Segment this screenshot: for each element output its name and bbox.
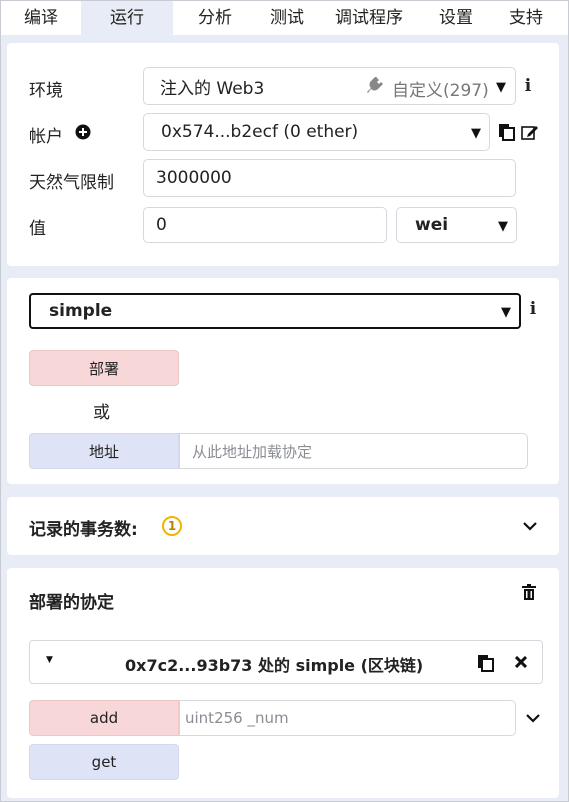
address-input[interactable]: 从此地址加载协定: [179, 433, 528, 469]
get-function-button[interactable]: get: [29, 744, 179, 780]
copy-icon[interactable]: [477, 654, 494, 672]
transactions-title: 记录的事务数:: [29, 520, 138, 540]
deploy-panel: simple ▼ i 部署 或 地址 从此地址加载协定: [7, 278, 559, 484]
chevron-down-icon: ▼: [496, 80, 506, 95]
gas-limit-label: 天然气限制: [29, 173, 114, 193]
chevron-down-icon[interactable]: [524, 709, 542, 727]
add-param-input[interactable]: uint256 _num: [179, 700, 516, 736]
or-text: 或: [93, 403, 110, 423]
close-icon[interactable]: [514, 655, 528, 669]
tab-test[interactable]: 测试: [257, 1, 317, 35]
chevron-down-icon: ▼: [471, 126, 481, 141]
account-select[interactable]: 0x574...b2ecf (0 ether) ▼: [143, 113, 490, 151]
tab-run[interactable]: 运行: [81, 1, 173, 35]
add-account-icon[interactable]: [75, 124, 91, 140]
copy-icon[interactable]: [498, 123, 515, 141]
tab-support[interactable]: 支持: [491, 1, 561, 35]
account-value: 0x574...b2ecf (0 ether): [161, 122, 359, 142]
value-amount: 0: [156, 215, 167, 235]
transactions-panel: 记录的事务数: 1: [7, 497, 559, 555]
collapse-toggle-icon[interactable]: ▼: [46, 655, 53, 665]
info-icon[interactable]: i: [527, 299, 539, 319]
environment-panel: 环境 注入的 Web3 自定义(297) ▼ i 帐户 0x574...b2ec…: [7, 43, 559, 266]
contract-select[interactable]: simple ▼: [29, 293, 521, 329]
chevron-down-icon: ▼: [501, 305, 511, 320]
tab-bar: 编译 运行 分析 测试 调试程序 设置 支持: [1, 1, 568, 35]
deployed-contracts-panel: 部署的协定 ▼ 0x7c2...93b73 处的 simple (区块链) ad…: [7, 568, 559, 798]
transaction-count-badge: 1: [162, 516, 182, 536]
env-network: 自定义(297): [392, 81, 489, 101]
env-value: 注入的 Web3: [160, 78, 265, 99]
gas-limit-value: 3000000: [156, 168, 232, 188]
deploy-button[interactable]: 部署: [29, 350, 179, 386]
environment-select[interactable]: 注入的 Web3 自定义(297) ▼: [143, 67, 516, 105]
contract-instance-header[interactable]: ▼ 0x7c2...93b73 处的 simple (区块链): [29, 640, 543, 684]
account-label: 帐户: [29, 127, 63, 147]
tab-settings[interactable]: 设置: [421, 1, 491, 35]
trash-icon[interactable]: [521, 583, 537, 601]
add-function-button[interactable]: add: [29, 700, 179, 736]
value-unit: wei: [415, 215, 449, 235]
gas-limit-input[interactable]: 3000000: [143, 159, 516, 197]
contract-name: simple: [49, 301, 113, 321]
tab-analysis[interactable]: 分析: [173, 1, 257, 35]
edit-icon[interactable]: [521, 123, 539, 141]
chevron-down-icon: ▼: [498, 219, 508, 234]
chevron-down-icon[interactable]: [521, 517, 539, 535]
info-icon[interactable]: i: [522, 76, 534, 96]
address-placeholder: 从此地址加载协定: [192, 442, 313, 461]
tab-debugger[interactable]: 调试程序: [317, 1, 421, 35]
value-unit-select[interactable]: wei ▼: [396, 207, 517, 243]
value-label: 值: [29, 219, 46, 239]
tab-compile[interactable]: 编译: [1, 1, 81, 35]
deployed-title: 部署的协定: [29, 593, 114, 613]
value-input[interactable]: 0: [143, 207, 387, 243]
plug-icon: [366, 77, 384, 95]
contract-instance-title: 0x7c2...93b73 处的 simple (区块链): [125, 656, 424, 675]
env-label: 环境: [29, 81, 63, 101]
add-param-placeholder: uint256 _num: [185, 709, 289, 727]
at-address-button[interactable]: 地址: [29, 433, 179, 469]
